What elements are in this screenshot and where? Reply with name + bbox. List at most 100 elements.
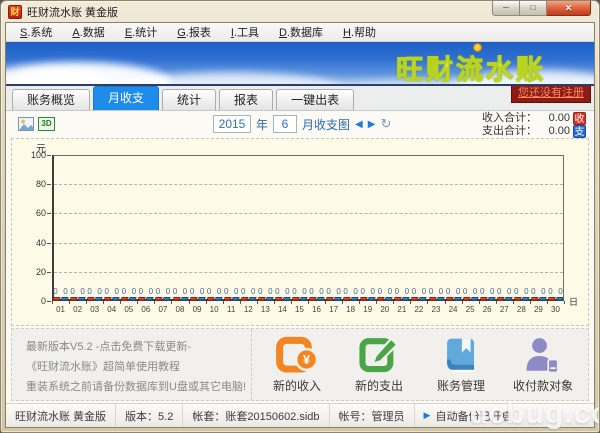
income-value-label: 0 bbox=[343, 287, 348, 296]
menu-key: G bbox=[177, 27, 186, 39]
image-export-icon[interactable] bbox=[18, 117, 34, 131]
tab-统计[interactable]: 统计 bbox=[162, 89, 217, 110]
x-tick-label: 26 bbox=[482, 305, 492, 314]
title-bar[interactable]: 财 旺财流水账 黄金版 ─ □ ✕ bbox=[1, 1, 599, 22]
menu-key: A bbox=[72, 27, 80, 39]
x-tick-label: 15 bbox=[295, 305, 304, 314]
income-value-label: 0 bbox=[104, 287, 109, 296]
tab-一键出表[interactable]: 一键出表 bbox=[276, 89, 355, 110]
x-tick-label: 10 bbox=[209, 305, 219, 314]
x-tick-label: 30 bbox=[551, 305, 560, 314]
menu-item-D[interactable]: D.数据库 bbox=[269, 24, 333, 40]
x-tick-mark bbox=[86, 301, 88, 304]
x-tick-mark bbox=[69, 301, 71, 304]
x-tick-mark bbox=[359, 301, 361, 304]
income-badge[interactable]: 收 bbox=[573, 112, 586, 125]
menu-item-E[interactable]: E.统计 bbox=[115, 24, 167, 40]
x-tick-label: 25 bbox=[465, 305, 475, 314]
x-tick-label: 18 bbox=[346, 305, 356, 314]
x-tick-mark bbox=[103, 301, 105, 304]
income-bar bbox=[479, 297, 488, 301]
x-tick-mark bbox=[273, 301, 275, 304]
menu-item-G[interactable]: G.报表 bbox=[167, 24, 221, 40]
chart-navigation: 2015 年 6 月收支图 ◀ ▶ ↻ bbox=[213, 115, 391, 133]
x-tick-mark bbox=[495, 301, 497, 304]
x-tick-mark bbox=[376, 301, 378, 304]
month-input[interactable]: 6 bbox=[273, 115, 298, 133]
next-month-button[interactable]: ▶ bbox=[368, 119, 376, 130]
income-value-label: 0 bbox=[394, 287, 400, 296]
x-tick-mark bbox=[171, 301, 173, 304]
tab-报表[interactable]: 报表 bbox=[219, 89, 274, 110]
income-bar bbox=[171, 297, 181, 301]
notice-text[interactable]: 最新版本V5.2 -点击免费下载更新- bbox=[26, 337, 251, 357]
status-segment-2: 帐套：账套20150602.sidb bbox=[183, 404, 330, 427]
tab-账务概览[interactable]: 账务概览 bbox=[12, 89, 91, 110]
x-tick-label: 04 bbox=[107, 305, 117, 314]
3d-toggle-icon[interactable]: 3D bbox=[38, 117, 55, 131]
expense-button[interactable]: 新的支出 bbox=[338, 336, 420, 394]
income-value-label: 0 bbox=[360, 287, 365, 296]
income-value-label: 0 bbox=[155, 287, 161, 296]
income-value-label: 0 bbox=[87, 287, 92, 296]
expense-total-label: 支出合计： bbox=[482, 125, 537, 137]
totals-summary: 收入合计： 0.00 收 支出合计： 0.00 支 bbox=[482, 112, 586, 138]
expense-value-label: 0 bbox=[558, 287, 563, 296]
expense-bar bbox=[333, 297, 342, 301]
x-tick-mark bbox=[427, 301, 429, 304]
income-value-label: 0 bbox=[309, 287, 314, 296]
menu-key: I bbox=[230, 27, 234, 39]
income-value-label: 0 bbox=[189, 287, 195, 296]
menu-key: H bbox=[342, 27, 351, 39]
expense-bar bbox=[299, 297, 308, 301]
prev-month-button[interactable]: ◀ bbox=[355, 119, 363, 130]
notice-text[interactable]: 重装系统之前请备份数据库到U盘或其它电脑! bbox=[26, 377, 251, 397]
menu-item-I[interactable]: I.工具 bbox=[221, 24, 269, 40]
y-tick-mark bbox=[47, 271, 51, 273]
ledger-button[interactable]: 账务管理 bbox=[420, 336, 502, 394]
income-button[interactable]: ¥ 新的收入 bbox=[256, 336, 338, 394]
expense-bar bbox=[231, 297, 240, 301]
income-bar bbox=[513, 297, 522, 301]
y-tick-mark bbox=[47, 242, 51, 244]
income-value-label: 0 bbox=[241, 287, 246, 296]
minimize-button[interactable]: ─ bbox=[492, 1, 520, 16]
income-value-label: 0 bbox=[548, 287, 553, 296]
x-tick-label: 13 bbox=[260, 305, 270, 314]
payee-button[interactable]: 收付款对象 bbox=[502, 336, 584, 394]
x-tick-label: 12 bbox=[243, 305, 253, 314]
year-input[interactable]: 2015 bbox=[213, 115, 251, 133]
income-value-label: 0 bbox=[223, 287, 229, 296]
income-value-label: 0 bbox=[326, 287, 331, 296]
quick-actions: ¥ 新的收入 新的支出 账务管理 收付款对象 bbox=[252, 329, 588, 400]
income-value-label: 0 bbox=[53, 287, 58, 296]
income-bar bbox=[240, 297, 249, 301]
expense-badge[interactable]: 支 bbox=[573, 125, 586, 138]
x-tick-label: 05 bbox=[124, 305, 134, 314]
action-label: 账务管理 bbox=[436, 378, 485, 393]
expense-bar bbox=[316, 297, 325, 301]
x-tick-label: 11 bbox=[227, 305, 236, 314]
income-value-label: 0 bbox=[258, 287, 263, 296]
menu-item-A[interactable]: A.数据 bbox=[62, 24, 114, 40]
status-segment-0: 旺财流水账 黄金版 bbox=[6, 404, 117, 427]
refresh-button[interactable]: ↻ bbox=[380, 116, 391, 132]
plot-area bbox=[52, 155, 564, 301]
notice-text[interactable]: 《旺财流水账》超简单使用教程 bbox=[26, 357, 251, 377]
income-value-label: 0 bbox=[121, 287, 127, 296]
income-bar bbox=[205, 297, 215, 301]
ledger-icon bbox=[420, 336, 502, 376]
income-value-label: 0 bbox=[172, 287, 178, 296]
x-tick-label: 19 bbox=[363, 305, 373, 314]
x-tick-label: 07 bbox=[158, 305, 168, 314]
income-bar bbox=[223, 297, 232, 301]
menu-item-H[interactable]: H.帮助 bbox=[333, 24, 386, 40]
expense-bar bbox=[350, 297, 359, 301]
maximize-button[interactable]: □ bbox=[520, 1, 547, 16]
chart-title-label: 月收支图 bbox=[302, 117, 351, 132]
gridline bbox=[54, 271, 563, 273]
close-button[interactable]: ✕ bbox=[547, 1, 591, 16]
income-value-label: 0 bbox=[70, 287, 75, 296]
menu-item-S[interactable]: S.系统 bbox=[10, 24, 62, 40]
tab-月收支[interactable]: 月收支 bbox=[93, 86, 160, 110]
